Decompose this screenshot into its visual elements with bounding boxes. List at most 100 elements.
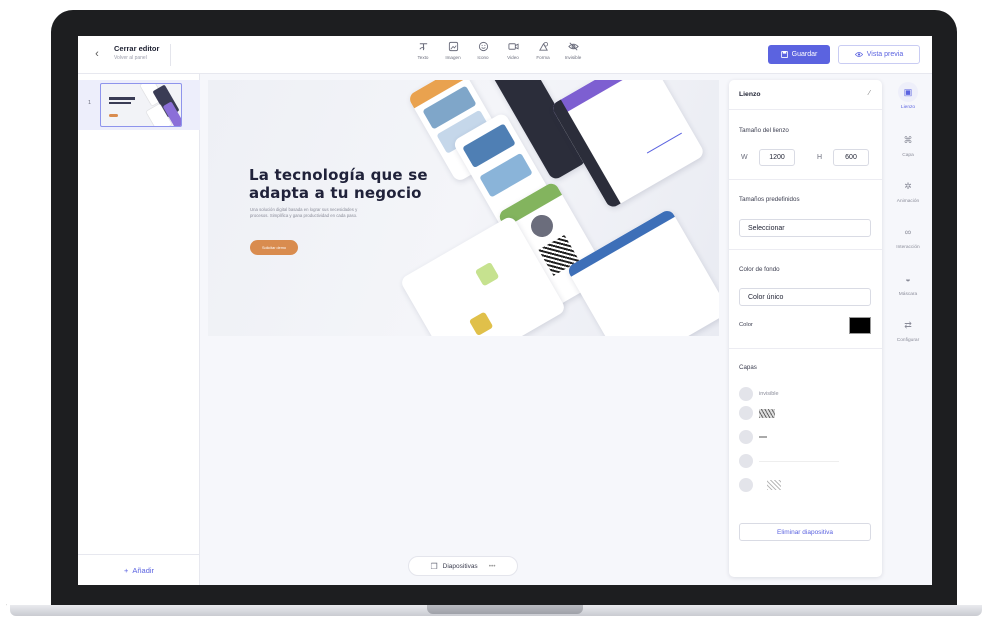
settings-icon: ⇄ [904, 319, 912, 330]
tab-layer[interactable]: ⌘ Capa [886, 130, 930, 159]
tool-icon[interactable]: Icono [468, 41, 498, 60]
background-type-select[interactable]: Color único [739, 288, 871, 306]
video-icon [507, 43, 519, 50]
panel-tabs: ▣ Lienzo ⌘ Capa ✲ Animación ∞ Interacció… [886, 80, 930, 380]
divider [729, 348, 882, 349]
layer-visibility-toggle[interactable] [739, 387, 753, 401]
slide-canvas[interactable]: La tecnología que se adapta a tu negocio… [208, 80, 719, 336]
canvas-subtitle[interactable]: Una solución digital basada en lograr su… [250, 207, 370, 219]
canvas-cta-button[interactable]: Solicitar demo [250, 240, 298, 255]
tab-label: Interacción [896, 245, 920, 250]
layer-name: invisible [759, 391, 779, 397]
divider [729, 179, 882, 180]
tab-interaction[interactable]: ∞ Interacción [886, 222, 930, 250]
color-label: Color [739, 322, 753, 328]
canvas-icon: ▣ [898, 82, 918, 102]
tool-invisible[interactable]: Invisible [558, 41, 588, 60]
layer-visibility-toggle[interactable] [739, 478, 753, 492]
close-editor-button[interactable]: Cerrar editor Volver al panel [114, 44, 159, 61]
presets-select[interactable]: Seleccionar [739, 219, 871, 237]
layer-thumbnail [767, 480, 781, 490]
top-bar: ‹ Cerrar editor Volver al panel Texto Im… [78, 36, 932, 74]
divider [729, 249, 882, 250]
eye-off-icon [567, 42, 579, 51]
tab-settings[interactable]: ⇄ Configurar [886, 315, 930, 344]
tool-label: Icono [477, 55, 489, 60]
layer-icon: ⌘ [903, 134, 913, 145]
add-slide-label: Añadir [132, 565, 155, 575]
slide-item[interactable]: 1 [78, 80, 200, 130]
height-input[interactable]: 600 [833, 149, 869, 166]
layer-thumbnail [759, 460, 839, 462]
add-slide-button[interactable]: + Añadir [78, 554, 200, 585]
shape-icon [538, 41, 548, 51]
tool-image[interactable]: Imagen [438, 41, 468, 60]
layers-label: Capas [739, 364, 757, 371]
layer-visibility-toggle[interactable] [739, 454, 753, 468]
tool-label: Invisible [564, 55, 582, 60]
device-chart [632, 107, 682, 154]
device-product [468, 311, 494, 336]
device-product [474, 261, 500, 287]
panel-title: Lienzo [739, 91, 761, 98]
save-button[interactable]: Guardar [768, 45, 830, 64]
back-arrow-icon[interactable]: ‹ [90, 47, 104, 61]
canvas-title[interactable]: La tecnología que se adapta a tu negocio [249, 166, 449, 202]
layer-item[interactable]: invisible [739, 386, 869, 402]
layer-thumbnail [759, 408, 775, 418]
canvas-size-label: Tamaño del lienzo [739, 127, 789, 134]
stray-mark: ' [6, 604, 7, 610]
tool-label: Imagen [445, 55, 461, 60]
layer-visibility-toggle[interactable] [739, 406, 753, 420]
save-label: Guardar [791, 51, 818, 58]
toolbar: Texto Imagen Icono Video Forma Invisible [408, 41, 588, 60]
tab-label: Configurar [896, 338, 920, 343]
slides-toggle[interactable]: ❐ Diapositivas ••• [408, 556, 518, 576]
slides-panel: 1 + Añadir [78, 74, 200, 585]
tab-canvas[interactable]: ▣ Lienzo [886, 82, 930, 110]
layer-thumbnail [759, 436, 767, 438]
tab-animation[interactable]: ✲ Animación [886, 176, 930, 205]
text-icon [418, 43, 427, 51]
tab-label: Máscara [898, 292, 918, 297]
preview-button[interactable]: Vista previa [838, 45, 920, 64]
smiley-icon [478, 41, 488, 52]
tool-label: Forma [536, 55, 550, 60]
close-editor-title: Cerrar editor [114, 44, 160, 53]
tool-video[interactable]: Video [498, 41, 528, 60]
device-avatar [526, 210, 558, 241]
slides-icon: ❐ [430, 561, 438, 571]
thumb-title-line [109, 97, 135, 100]
thumb-title-line [109, 102, 131, 104]
preview-label: Vista previa [866, 51, 904, 58]
image-icon [448, 41, 458, 52]
tab-label: Capa [902, 153, 914, 158]
eye-icon [854, 52, 863, 57]
thumb-cta [109, 114, 118, 117]
layer-item[interactable] [739, 453, 869, 469]
tab-mask[interactable]: ◒ Máscara [886, 269, 930, 297]
more-options-icon[interactable]: ••• [489, 563, 496, 570]
layer-item[interactable] [739, 477, 869, 493]
device-mockup-table [566, 208, 719, 336]
pin-icon[interactable]: ⁄ [869, 90, 870, 97]
delete-slide-button[interactable]: Eliminar diapositiva [739, 523, 871, 541]
device-mockup-dashboard [550, 80, 706, 210]
layer-visibility-toggle[interactable] [739, 430, 753, 444]
tool-text[interactable]: Texto [408, 41, 438, 60]
layer-item[interactable] [739, 405, 869, 421]
link-icon: ∞ [904, 227, 912, 237]
properties-panel: Lienzo ⁄ Tamaño del lienzo W 1200 H 600 … [729, 80, 882, 577]
background-color-label: Color de fondo [739, 266, 780, 273]
presets-label: Tamaños predefinidos [739, 196, 800, 203]
layer-item[interactable] [739, 429, 869, 445]
laptop-notch [427, 605, 583, 614]
width-input[interactable]: 1200 [759, 149, 795, 166]
slide-thumbnail[interactable] [100, 83, 182, 127]
tool-label: Video [507, 55, 519, 60]
panel-header: Lienzo ⁄ [729, 80, 882, 110]
tool-shape[interactable]: Forma [528, 41, 558, 60]
color-swatch[interactable] [849, 317, 871, 334]
animation-icon: ✲ [904, 180, 912, 191]
save-icon [780, 51, 788, 58]
